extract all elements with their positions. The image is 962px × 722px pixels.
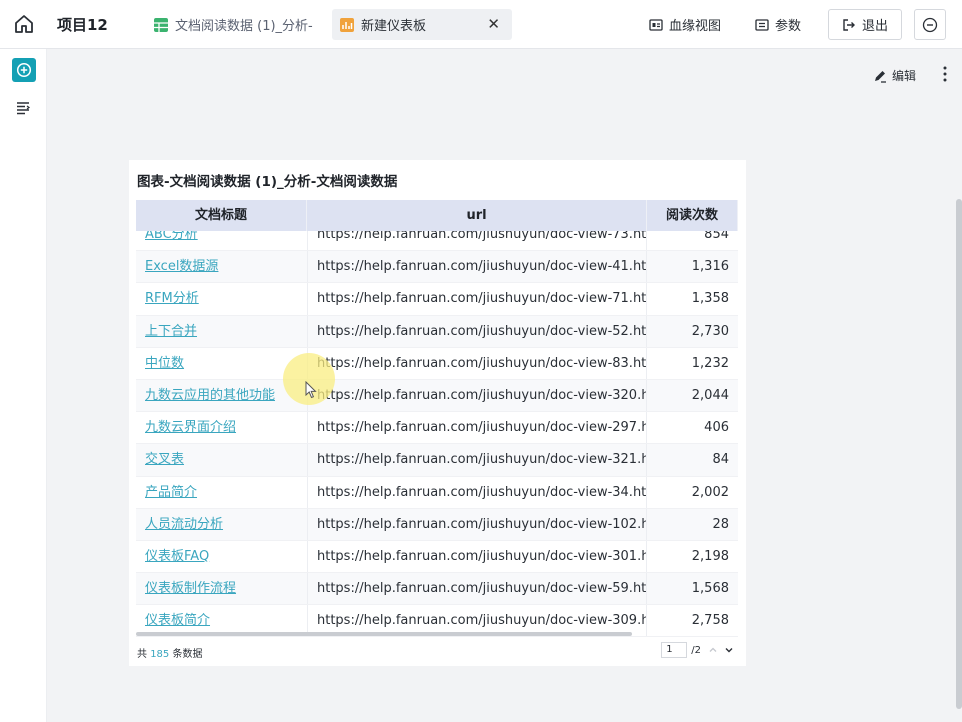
dashboard-icon [340,17,354,32]
doc-title-link[interactable]: RFM分析 [136,283,307,314]
table-body: ABC分析 https://help.fanruan.com/jiushuyun/… [136,219,738,638]
total-prefix: 共 [137,649,147,660]
doc-title-link[interactable]: Excel数据源 [136,251,307,282]
more-options-button[interactable] [914,9,946,40]
read-count-cell: 2,758 [691,613,729,629]
url-cell: https://help.fanruan.com/jiushuyun/doc-v… [307,573,647,605]
url-cell: https://help.fanruan.com/jiushuyun/doc-v… [307,315,647,347]
lineage-label: 血缘视图 [669,19,722,34]
doc-title-link[interactable]: 中位数 [136,348,307,379]
page-total: /2 [691,644,701,656]
tab-label: 文档阅读数据 (1)_分析- [175,19,313,34]
outline-list-icon[interactable] [16,101,31,115]
page-input[interactable]: 1 [661,642,688,658]
doc-title-link[interactable]: 仪表板FAQ [136,541,307,572]
table-row: 九数云应用的其他功能 https://help.fanruan.com/jiush… [136,379,738,413]
tab-new-dashboard[interactable]: 新建仪表板 ✕ [332,9,512,40]
read-count-cell: 2,198 [691,548,729,564]
url-cell: https://help.fanruan.com/jiushuyun/doc-v… [307,379,647,412]
table-widget[interactable]: 图表-文档阅读数据 (1)_分析-文档阅读数据 文档标题 url 阅读次数 AB… [129,160,746,666]
edit-button[interactable]: 编辑 [873,67,916,84]
exit-button[interactable]: 退出 [828,9,902,40]
table-row: 产品简介 https://help.fanruan.com/jiushuyun/d… [136,476,738,509]
exit-label: 退出 [861,19,888,34]
doc-title-link[interactable]: 九数云应用的其他功能 [136,380,307,411]
vertical-scrollbar[interactable] [956,199,962,709]
params-icon [755,18,769,31]
url-cell: https://help.fanruan.com/jiushuyun/doc-v… [307,540,647,573]
project-title: 项目12 [57,16,108,34]
edit-label: 编辑 [891,69,916,83]
url-cell: https://help.fanruan.com/jiushuyun/doc-v… [307,347,647,379]
url-cell: https://help.fanruan.com/jiushuyun/doc-v… [307,412,647,444]
total-records: 共 185 条数据 [137,645,202,660]
read-count-cell: 1,358 [691,291,729,307]
table-row: 人员流动分析 https://help.fanruan.com/jiushuyun… [136,508,738,541]
doc-title-link[interactable]: 仪表板制作流程 [136,573,307,604]
more-circle-icon [922,17,938,32]
chevron-down-icon[interactable] [721,642,737,658]
params-button[interactable]: 参数 [755,9,801,40]
doc-title-link[interactable]: 交叉表 [136,444,307,475]
read-count-cell: 406 [704,420,729,436]
column-header-url[interactable]: url [307,200,647,231]
doc-title-link[interactable]: 九数云界面介绍 [136,412,307,443]
total-count: 185 [150,649,170,660]
read-count-cell: 1,568 [691,581,729,597]
url-cell: https://help.fanruan.com/jiushuyun/doc-v… [307,476,647,508]
widget-title: 图表-文档阅读数据 (1)_分析-文档阅读数据 [137,174,398,190]
table-row: 九数云界面介绍 https://help.fanruan.com/jiushuyu… [136,412,738,445]
url-cell: https://help.fanruan.com/jiushuyun/doc-v… [307,508,647,540]
left-rail [0,49,47,722]
read-count-cell: 2,044 [691,387,729,403]
table-row: 中位数 https://help.fanruan.com/jiushuyun/do… [136,347,738,380]
read-count-cell: 1,232 [691,355,729,371]
mouse-cursor-icon [305,381,317,399]
read-count-cell: 2,730 [691,323,729,339]
exit-icon [843,18,855,31]
column-header-title[interactable]: 文档标题 [136,200,307,231]
table-row: Excel数据源 https://help.fanruan.com/jiushuy… [136,251,738,284]
read-count-cell: 1,316 [691,259,729,275]
doc-title-link[interactable]: 上下合并 [136,316,307,347]
read-count-cell: 28 [712,516,729,532]
doc-title-link[interactable]: 人员流动分析 [136,509,307,540]
add-icon [16,62,32,78]
table-row: 上下合并 https://help.fanruan.com/jiushuyun/d… [136,315,738,348]
close-icon[interactable]: ✕ [487,15,500,33]
horizontal-scrollbar[interactable] [136,632,632,636]
table-row: 交叉表 https://help.fanruan.com/jiushuyun/do… [136,444,738,477]
table-icon [154,17,168,32]
kebab-menu-icon[interactable] [943,64,947,84]
edit-icon [874,70,886,83]
chevron-up-icon[interactable] [705,642,721,658]
doc-title-link[interactable]: 产品简介 [136,477,307,508]
table-row: RFM分析 https://help.fanruan.com/jiushuyun/… [136,283,738,316]
table-header: 文档标题 url 阅读次数 [136,200,738,231]
column-header-count[interactable]: 阅读次数 [647,200,738,231]
url-cell: https://help.fanruan.com/jiushuyun/doc-v… [307,444,647,476]
table-footer: 共 185 条数据 1 /2 [137,641,737,661]
dashboard-canvas: 编辑 图表-文档阅读数据 (1)_分析-文档阅读数据 文档标题 url 阅读次数… [47,49,962,722]
total-suffix: 条数据 [172,649,203,660]
url-cell: https://help.fanruan.com/jiushuyun/doc-v… [307,283,647,315]
table-row: 仪表板FAQ https://help.fanruan.com/jiushuyun… [136,540,738,574]
top-bar: 项目12 文档阅读数据 (1)_分析- 新建仪表板 ✕ 血缘视图 参数 退出 [0,0,962,49]
params-label: 参数 [775,19,802,34]
lineage-view-button[interactable]: 血缘视图 [649,9,721,40]
lineage-icon [649,18,663,31]
pager: 1 /2 [661,642,737,658]
read-count-cell: 84 [712,452,729,468]
read-count-cell: 2,002 [691,484,729,500]
tab-label: 新建仪表板 [361,19,427,34]
data-table: 文档标题 url 阅读次数 ABC分析 https://help.fanruan.… [136,200,738,638]
tab-data-analysis[interactable]: 文档阅读数据 (1)_分析- [146,9,324,40]
url-cell: https://help.fanruan.com/jiushuyun/doc-v… [307,251,647,283]
table-row: 仪表板制作流程 https://help.fanruan.com/jiushuyu… [136,573,738,606]
home-icon[interactable] [13,13,35,35]
add-component-button[interactable] [12,58,36,82]
